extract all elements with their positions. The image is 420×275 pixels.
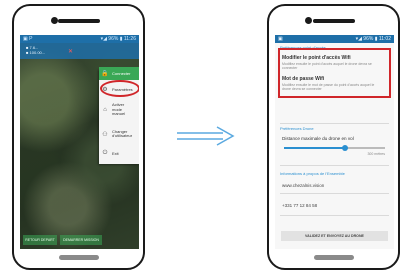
menu-item-label: Exit [112, 150, 119, 156]
max-distance-slider[interactable] [284, 144, 385, 151]
slider-fill [284, 147, 345, 149]
wifi-settings-highlight-box [278, 48, 391, 98]
return-home-button[interactable]: RETOUR DEPART [23, 235, 57, 245]
status-left: ▣ [278, 36, 283, 42]
drone-info: ■ 7.6... ■ 100.00... [26, 45, 45, 55]
status-right: ▾◢ 96% ▮ 11:26 [100, 36, 136, 42]
front-camera [305, 17, 312, 24]
section-drone-title: Préférences Drone [280, 126, 314, 131]
start-mission-button[interactable]: DEMARRER MISSION [60, 235, 102, 245]
power-icon: ⏻ [102, 149, 108, 156]
menu-item-manual-mode[interactable]: ⌂ Activer mode manuel [99, 101, 139, 119]
website-link[interactable]: www.chezalnis.vision [282, 183, 324, 188]
settings-highlight-ellipse [100, 80, 139, 97]
left-phone-screen: ▣ P ▾◢ 96% ▮ 11:26 ■ 7.6... ■ 100.00... … [20, 35, 139, 249]
status-bar: ▣ P ▾◢ 96% ▮ 11:26 [20, 35, 139, 43]
phone-number[interactable]: +331 77 12 84 58 [282, 203, 317, 208]
left-phone: ▣ P ▾◢ 96% ▮ 11:26 ■ 7.6... ■ 100.00... … [12, 4, 145, 270]
divider [280, 193, 389, 194]
earpiece-speaker [57, 19, 100, 23]
home-indicator[interactable] [313, 255, 354, 260]
right-phone-screen: ▣ ▾◢ 96% ▮ 11:02 Préférences point d'acc… [275, 35, 394, 249]
person-icon: ⚇ [102, 131, 108, 138]
status-bar: ▣ ▾◢ 96% ▮ 11:02 [275, 35, 394, 43]
menu-item-connect[interactable]: 🔒 Connecter [99, 67, 139, 80]
right-phone: ▣ ▾◢ 96% ▮ 11:02 Préférences point d'acc… [267, 4, 400, 270]
section-contact-title: Informations à propos de l'Ensemble [280, 171, 345, 176]
validate-send-button[interactable]: VALIDEZ ET ENVOYEZ AU DRONE [281, 231, 388, 241]
divider [280, 215, 389, 216]
menu-item-label: Changer d'utilisateur [112, 128, 133, 138]
status-right: ▾◢ 96% ▮ 11:02 [355, 36, 391, 42]
max-distance-value: 300 mètres [367, 152, 385, 156]
slider-handle[interactable] [341, 144, 348, 151]
divider [280, 123, 389, 124]
divider [280, 165, 389, 166]
home-indicator[interactable] [58, 255, 99, 260]
menu-item-label: Activer mode manuel [112, 102, 126, 117]
app-bar: ■ 7.6... ■ 100.00... ✕ [20, 43, 139, 59]
menu-item-change-user[interactable]: ⚇ Changer d'utilisateur [99, 125, 139, 143]
max-distance-title: Distance maximale du drone en vol [282, 136, 354, 141]
lock-icon: 🔒 [101, 71, 109, 77]
transition-arrow-icon [177, 126, 235, 146]
earpiece-speaker [312, 19, 355, 23]
menu-item-exit[interactable]: ⏻ Exit [99, 147, 139, 159]
gps-marker-icon: ✕ [68, 49, 74, 55]
home-icon: ⌂ [103, 107, 107, 113]
status-left: ▣ P [23, 36, 33, 42]
menu-item-label: Connecter [112, 71, 131, 76]
info-line-2: ■ 100.00... [26, 50, 46, 55]
